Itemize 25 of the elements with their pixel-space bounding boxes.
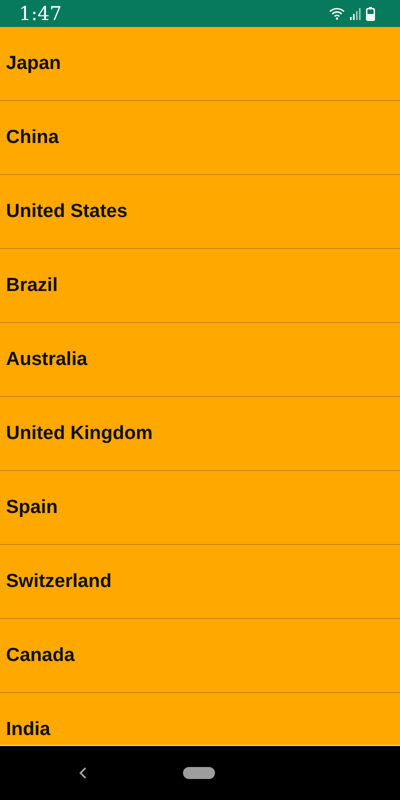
list-item[interactable]: United Kingdom bbox=[0, 397, 400, 471]
wifi-icon bbox=[329, 7, 345, 20]
home-button[interactable] bbox=[183, 767, 215, 779]
country-name: Spain bbox=[6, 496, 58, 518]
battery-icon bbox=[366, 6, 375, 20]
list-item[interactable]: Brazil bbox=[0, 249, 400, 323]
country-name: Switzerland bbox=[6, 570, 112, 592]
signal-icon bbox=[350, 8, 361, 20]
list-item[interactable]: Switzerland bbox=[0, 545, 400, 619]
list-item[interactable]: Australia bbox=[0, 323, 400, 397]
list-item[interactable]: Japan bbox=[0, 27, 400, 101]
list-item[interactable]: China bbox=[0, 101, 400, 175]
country-name: Brazil bbox=[6, 274, 58, 296]
list-item[interactable]: Spain bbox=[0, 471, 400, 545]
back-icon[interactable] bbox=[79, 767, 87, 779]
country-name: Japan bbox=[6, 52, 61, 74]
country-name: China bbox=[6, 126, 59, 148]
country-name: Australia bbox=[6, 348, 88, 370]
country-name: United Kingdom bbox=[6, 422, 153, 444]
status-time: 1:47 bbox=[19, 2, 62, 24]
country-name: India bbox=[6, 718, 50, 740]
list-item[interactable]: Canada bbox=[0, 619, 400, 693]
country-name: United States bbox=[6, 200, 128, 222]
country-name: Canada bbox=[6, 644, 75, 666]
list-item[interactable]: United States bbox=[0, 175, 400, 249]
